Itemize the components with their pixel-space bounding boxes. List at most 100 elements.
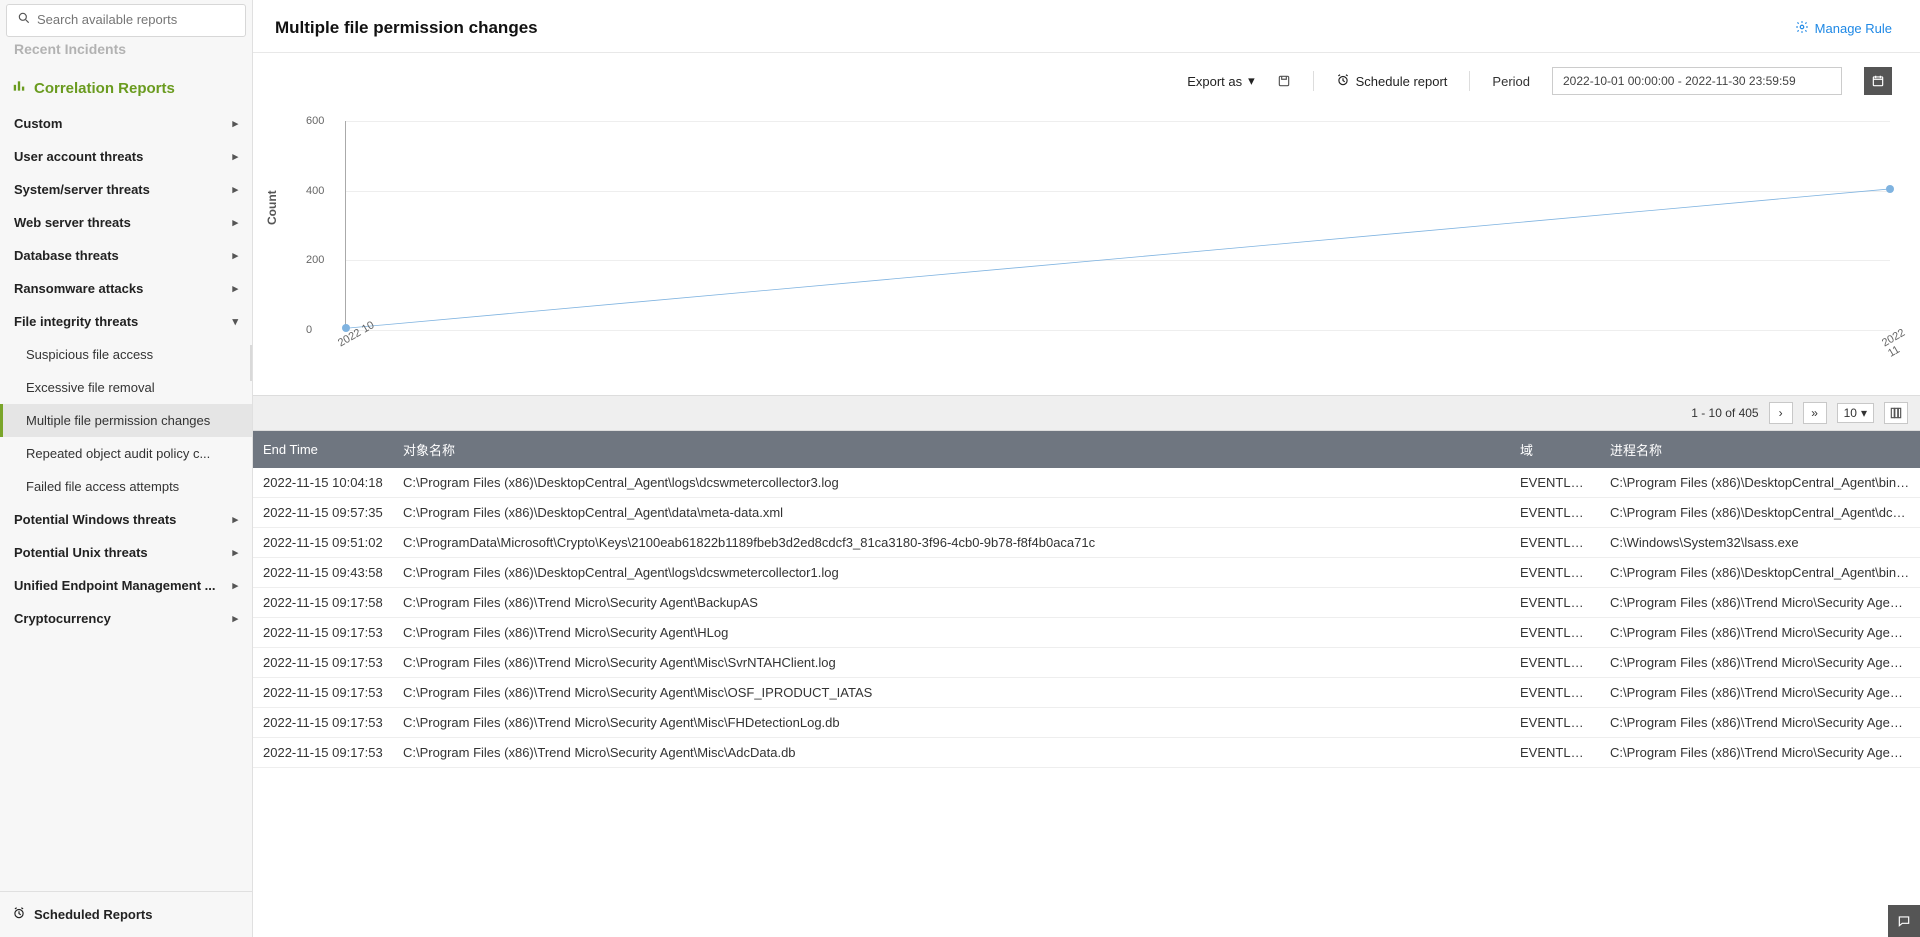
chart-area: Count 02004006002022 102022 11: [253, 105, 1920, 395]
table-cell: C:\Program Files (x86)\Trend Micro\Secur…: [393, 588, 1510, 618]
chevron-right-icon: ▸: [232, 150, 238, 163]
table-cell: 2022-11-15 09:51:02: [253, 528, 393, 558]
table-row[interactable]: 2022-11-15 09:51:02C:\ProgramData\Micros…: [253, 528, 1920, 558]
page-header: Multiple file permission changes Manage …: [253, 0, 1920, 53]
table-row[interactable]: 2022-11-15 09:17:53C:\Program Files (x86…: [253, 738, 1920, 768]
export-label: Export as: [1187, 74, 1242, 89]
sidebar-category[interactable]: Web server threats▸: [0, 206, 252, 239]
schedule-label: Schedule report: [1356, 74, 1448, 89]
chevron-right-icon: ▸: [232, 513, 238, 526]
sidebar-category[interactable]: Potential Unix threats▸: [0, 536, 252, 569]
save-export-button[interactable]: [1277, 74, 1291, 88]
sidebar-category[interactable]: Ransomware attacks ▸: [0, 272, 252, 305]
export-as-menu[interactable]: Export as ▾: [1187, 73, 1254, 89]
table-cell: EVENTLOG2: [1510, 588, 1600, 618]
table-cell: EVENTLOG2: [1510, 708, 1600, 738]
table-cell: 2022-11-15 09:17:58: [253, 588, 393, 618]
category-label: Cryptocurrency: [14, 611, 111, 626]
section-correlation-reports: Correlation Reports: [0, 69, 252, 107]
y-tick: 200: [306, 254, 324, 266]
sidebar-category[interactable]: File integrity threats ▾: [0, 305, 252, 338]
category-label: Potential Unix threats: [14, 545, 148, 560]
y-tick: 0: [306, 324, 312, 336]
table-cell: EVENTLOG2: [1510, 498, 1600, 528]
table-cell: C:\Program Files (x86)\Trend Micro\Secur…: [393, 648, 1510, 678]
column-header[interactable]: 域: [1510, 431, 1600, 468]
table-cell: C:\Program Files (x86)\DesktopCentral_Ag…: [1600, 558, 1920, 588]
table-cell: EVENTLOG2: [1510, 648, 1600, 678]
manage-rule-label: Manage Rule: [1815, 21, 1892, 36]
sidebar-item[interactable]: Suspicious file access: [0, 338, 252, 371]
page-size-select[interactable]: 10▾: [1837, 403, 1874, 423]
recent-incidents[interactable]: Recent Incidents: [0, 41, 252, 69]
sidebar-category[interactable]: User account threats▸: [0, 140, 252, 173]
category-label: System/server threats: [14, 182, 150, 197]
category-label: Web server threats: [14, 215, 131, 230]
line-chart[interactable]: 02004006002022 102022 11: [345, 121, 1890, 331]
column-header[interactable]: 对象名称: [393, 431, 1510, 468]
chevron-right-icon: ▸: [232, 117, 238, 130]
sidebar-item[interactable]: Multiple file permission changes: [0, 404, 252, 437]
search-input[interactable]: [37, 12, 235, 27]
calendar-button[interactable]: [1864, 67, 1892, 95]
sidebar-category[interactable]: Cryptocurrency▸: [0, 602, 252, 635]
sidebar-category[interactable]: Potential Windows threats ▸: [0, 503, 252, 536]
caret-down-icon: ▾: [1248, 73, 1255, 89]
table-row[interactable]: 2022-11-15 09:17:53 C:\Program Files (x86…: [253, 618, 1920, 648]
sidebar-category[interactable]: Custom ▸: [0, 107, 252, 140]
clock-icon: [12, 906, 26, 923]
sidebar-scroll[interactable]: Recent Incidents Correlation Reports Cus…: [0, 41, 252, 891]
scheduled-reports[interactable]: Scheduled Reports: [0, 891, 252, 937]
manage-rule-link[interactable]: Manage Rule: [1795, 20, 1892, 37]
page-title: Multiple file permission changes: [275, 18, 538, 38]
chevron-right-icon: ▸: [232, 282, 238, 295]
search-icon: [17, 11, 31, 28]
sidebar-item[interactable]: Repeated object audit policy c...: [0, 437, 252, 470]
table-cell: C:\Program Files (x86)\Trend Micro\Secur…: [1600, 618, 1920, 648]
chat-button[interactable]: [1888, 905, 1920, 937]
table-row[interactable]: 2022-11-15 09:17:58C:\Program Files (x86…: [253, 588, 1920, 618]
table-cell: C:\Program Files (x86)\Trend Micro\Secur…: [1600, 678, 1920, 708]
table-row[interactable]: 2022-11-15 09:57:35C:\Program Files (x86…: [253, 498, 1920, 528]
sidebar-category[interactable]: Unified Endpoint Management ... ▸: [0, 569, 252, 602]
sidebar-category[interactable]: Database threats ▸: [0, 239, 252, 272]
sidebar-item[interactable]: Excessive file removal: [0, 371, 252, 404]
chart-point[interactable]: [1886, 185, 1894, 193]
table-row[interactable]: 2022-11-15 09:17:53C:\Program Files (x86…: [253, 708, 1920, 738]
sidebar: Recent Incidents Correlation Reports Cus…: [0, 0, 253, 937]
period-range-input[interactable]: [1552, 67, 1842, 95]
table-cell: EVENTLOG2: [1510, 618, 1600, 648]
table-row[interactable]: 2022-11-15 09:17:53 C:\Program Files (x86…: [253, 678, 1920, 708]
separator: [1313, 71, 1314, 91]
table-cell: C:\Program Files (x86)\DesktopCentral_Ag…: [393, 498, 1510, 528]
table-cell: C:\Program Files (x86)\DesktopCentral_Ag…: [393, 558, 1510, 588]
table-cell: EVENTLOG2: [1510, 738, 1600, 768]
table-cell: 2022-11-15 09:43:58: [253, 558, 393, 588]
last-page-button[interactable]: »: [1803, 402, 1827, 424]
sidebar-item[interactable]: Failed file access attempts: [0, 470, 252, 503]
table-cell: 2022-11-15 09:17:53: [253, 618, 393, 648]
table-cell: 2022-11-15 09:17:53: [253, 678, 393, 708]
category-label: Database threats: [14, 248, 119, 263]
table-row[interactable]: 2022-11-15 10:04:18C:\Program Files (x86…: [253, 468, 1920, 498]
category-label: Ransomware attacks: [14, 281, 143, 296]
chevron-right-icon: ▸: [232, 183, 238, 196]
category-label: File integrity threats: [14, 314, 138, 329]
chevron-down-icon: ▾: [232, 315, 238, 328]
category-label: Unified Endpoint Management ...: [14, 578, 216, 593]
chevron-right-icon: ▸: [232, 579, 238, 592]
column-header[interactable]: 进程名称: [1600, 431, 1920, 468]
table-row[interactable]: 2022-11-15 09:43:58C:\Program Files (x86…: [253, 558, 1920, 588]
column-settings-button[interactable]: [1884, 402, 1908, 424]
table-row[interactable]: 2022-11-15 09:17:53C:\Program Files (x86…: [253, 648, 1920, 678]
column-header[interactable]: End Time: [253, 431, 393, 468]
next-page-button[interactable]: ›: [1769, 402, 1793, 424]
chevron-right-icon: ▸: [232, 249, 238, 262]
table-cell: 2022-11-15 09:17:53: [253, 738, 393, 768]
category-label: Potential Windows threats: [14, 512, 176, 527]
search-box[interactable]: [6, 4, 246, 37]
table-cell: C:\Program Files (x86)\Trend Micro\Secur…: [393, 708, 1510, 738]
sidebar-category[interactable]: System/server threats ▸: [0, 173, 252, 206]
schedule-report-button[interactable]: Schedule report: [1336, 73, 1448, 90]
category-label: Custom: [14, 116, 62, 131]
